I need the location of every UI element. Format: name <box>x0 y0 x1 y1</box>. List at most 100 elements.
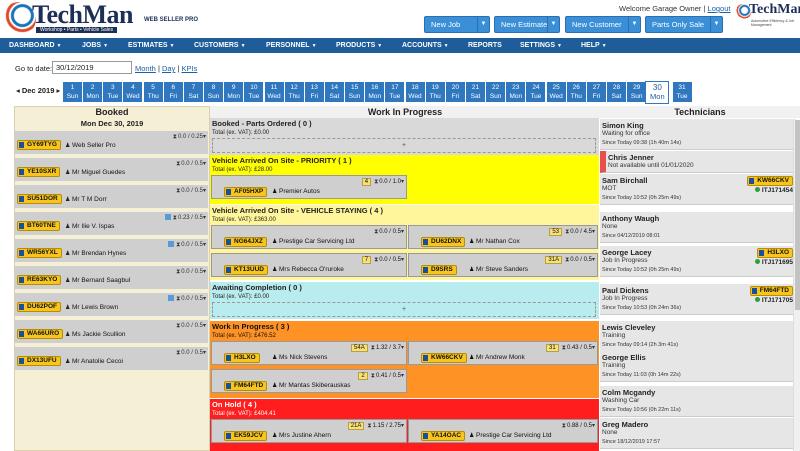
chevron-down-icon[interactable]: ▾ <box>592 345 595 351</box>
chevron-down-icon[interactable]: ▾ <box>203 242 206 248</box>
plate-badge[interactable]: DU62DNX <box>421 237 466 247</box>
section-title[interactable]: Vehicle Arrived On Site - PRIORITY ( 1 ) <box>210 155 599 166</box>
booked-job-row[interactable]: GY69TYG ♟ Web Seller Pro ⧗0.0 / 0.25▾ <box>15 131 208 155</box>
new-customer-button[interactable]: New Customer ▼ <box>565 16 641 33</box>
day-10[interactable]: 10 Tue <box>244 82 264 102</box>
plate-badge[interactable]: WR56YXL <box>17 248 62 258</box>
kpis-link[interactable]: KPIs <box>181 64 197 73</box>
day-14[interactable]: 14 Sat <box>324 82 344 102</box>
day-3[interactable]: 3 Tue <box>103 82 123 102</box>
nav-customers[interactable]: CUSTOMERS ▼ <box>194 38 246 53</box>
nav-dashboard[interactable]: DASHBOARD ▼ <box>9 38 61 53</box>
nav-estimates[interactable]: ESTIMATES ▼ <box>128 38 175 53</box>
day-7[interactable]: 7 Sat <box>183 82 203 102</box>
technician-row[interactable]: Colm Mcgandy Washing Car Since Today 10:56… <box>600 386 796 417</box>
plate-badge[interactable]: BT60TNE <box>17 221 60 231</box>
chevron-down-icon[interactable]: ▼ <box>547 17 559 32</box>
wip-job-card[interactable]: KT13UUD ♟ Mrs Rebecca O'ruroke 7 ⧗0.0 / 0.5▾ <box>211 253 407 277</box>
plate-badge[interactable]: YE10SXR <box>17 167 61 177</box>
day-17[interactable]: 17 Tue <box>385 82 405 102</box>
chevron-down-icon[interactable]: ▾ <box>401 179 404 185</box>
day-16[interactable]: 16 Mon <box>365 82 385 102</box>
day-1[interactable]: 1 Sun <box>63 82 82 102</box>
technician-row[interactable]: Anthony Waugh None Since 04/12/2019 08:01 <box>600 212 796 243</box>
chevron-down-icon[interactable]: ▾ <box>203 161 206 167</box>
chevron-down-icon[interactable]: ▾ <box>203 296 206 302</box>
new-job-button[interactable]: New Job ▼ <box>424 16 490 33</box>
technician-row[interactable]: Greg Madero None Since 18/12/2019 17:57 <box>600 418 796 449</box>
day-9[interactable]: 9 Mon <box>224 82 244 102</box>
wip-job-card[interactable]: H3LXO ♟ Ms Nick Stevens 54A ⧗1.32 / 3.7▾ <box>211 341 407 365</box>
section-title[interactable]: On Hold ( 4 ) <box>210 399 599 410</box>
add-job-dropzone[interactable]: + <box>212 302 596 317</box>
plate-badge[interactable]: KW66CKV <box>747 176 793 186</box>
nav-personnel[interactable]: PERSONNEL ▼ <box>266 38 317 53</box>
nav-products[interactable]: PRODUCTS ▼ <box>336 38 382 53</box>
day-31[interactable]: 31 Tue <box>672 82 692 102</box>
plate-badge[interactable]: DX13UFU <box>17 356 61 366</box>
booked-job-row[interactable]: DX13UFU ♟ Mr Anatolie Cecoi ⧗0.0 / 0.5▾ <box>15 347 208 371</box>
booked-job-row[interactable]: RE63KYO ♟ Mr Bernard Saagbul ⧗0.0 / 0.5▾ <box>15 266 208 290</box>
chevron-down-icon[interactable]: ▾ <box>401 229 404 235</box>
chevron-down-icon[interactable]: ▾ <box>592 423 595 429</box>
booked-job-row[interactable]: WA66URO ♟ Ms Jackie Scullion ⧗0.0 / 0.5▾ <box>15 320 208 344</box>
month-selector[interactable]: ◂ Dec 2019 ▸ <box>16 86 60 95</box>
chevron-down-icon[interactable]: ▾ <box>203 215 206 221</box>
wip-job-card[interactable]: AF05HXP ♟ Premier Autos 4 ⧗0.0 / 1.0▾ <box>211 175 407 199</box>
plate-badge[interactable]: WA66URO <box>17 329 64 339</box>
section-title[interactable]: Booked - Parts Ordered ( 0 ) <box>210 118 599 129</box>
plate-badge[interactable]: D9SRS <box>421 265 457 275</box>
day-24[interactable]: 24 Tue <box>526 82 546 102</box>
day-view-link[interactable]: Day <box>162 64 175 73</box>
day-15[interactable]: 15 Sun <box>345 82 365 102</box>
day-8[interactable]: 8 Sun <box>204 82 224 102</box>
day-21[interactable]: 21 Sat <box>466 82 485 102</box>
goto-date-input[interactable]: 30/12/2019 <box>52 61 132 74</box>
day-11[interactable]: 11 Wed <box>264 82 284 102</box>
scrollbar-thumb[interactable] <box>795 120 800 310</box>
day-4[interactable]: 4 Wed <box>123 82 143 102</box>
day-6[interactable]: 6 Fri <box>163 82 183 102</box>
day-20[interactable]: 20 Fri <box>445 82 465 102</box>
plate-badge[interactable]: H3LXO <box>757 248 793 258</box>
plate-badge[interactable]: AF05HXP <box>224 187 268 197</box>
nav-reports[interactable]: REPORTS <box>468 38 502 53</box>
chevron-down-icon[interactable]: ▼ <box>628 17 640 32</box>
chevron-down-icon[interactable]: ▾ <box>203 350 206 356</box>
nav-settings[interactable]: SETTINGS ▼ <box>520 38 562 53</box>
wip-job-card[interactable]: YA14OAC ♟ Prestige Car Servicing Ltd ⧗0.88 … <box>408 419 598 443</box>
nav-accounts[interactable]: ACCOUNTS ▼ <box>402 38 449 53</box>
plate-badge[interactable]: FM64FTD <box>749 286 793 296</box>
chevron-down-icon[interactable]: ▾ <box>401 257 404 263</box>
technician-row[interactable]: Paul Dickens Job In Progress Since Today 1… <box>600 284 796 315</box>
day-26[interactable]: 26 Thu <box>566 82 586 102</box>
chevron-down-icon[interactable]: ▾ <box>401 345 404 351</box>
day-5[interactable]: 5 Thu <box>143 82 163 102</box>
wip-job-card[interactable]: KW66CKV ♟ Mr Andrew Monk 31 ⧗0.43 / 0.5▾ <box>408 341 598 365</box>
day-27[interactable]: 27 Fri <box>586 82 606 102</box>
day-19[interactable]: 19 Thu <box>425 82 445 102</box>
plate-badge[interactable]: KT13UUD <box>224 265 268 275</box>
plate-badge[interactable]: YA14OAC <box>421 431 466 441</box>
job-link[interactable]: ITJ171454 <box>754 187 793 194</box>
plate-badge[interactable]: H3LXO <box>224 353 260 363</box>
job-link[interactable]: ITJ171705 <box>754 297 793 304</box>
parts-only-sale-button[interactable]: Parts Only Sale ▼ <box>645 16 723 33</box>
booked-job-row[interactable]: WR56YXL ♟ Mr Brendan Hynes ⧗0.0 / 0.5▾ <box>15 239 208 263</box>
chevron-down-icon[interactable]: ▾ <box>401 423 404 429</box>
vertical-scrollbar[interactable] <box>793 120 800 451</box>
chevron-down-icon[interactable]: ▾ <box>592 229 595 235</box>
booked-job-row[interactable]: DU62POF ♟ Mr Lewis Brown ⧗0.0 / 0.5▾ <box>15 293 208 317</box>
technician-row[interactable]: Lewis Cleveley Training Since Today 09:14 … <box>600 321 796 352</box>
chevron-down-icon[interactable]: ▾ <box>203 134 206 140</box>
nav-help[interactable]: HELP ▼ <box>581 38 607 53</box>
wip-job-card[interactable]: D9SRS ♟ Mr Steve Sanders 31A ⧗0.0 / 0.5▾ <box>408 253 598 277</box>
day-13[interactable]: 13 Fri <box>304 82 324 102</box>
wip-job-card[interactable]: DU62DNX ♟ Mr Nathan Cox 53 ⧗0.0 / 4.5▾ <box>408 225 598 249</box>
technician-row[interactable]: George Ellis Training Since Today 11:03 (0… <box>600 351 796 382</box>
day-12[interactable]: 12 Thu <box>284 82 304 102</box>
chevron-down-icon[interactable]: ▾ <box>401 373 404 379</box>
new-estimate-button[interactable]: New Estimate ▼ <box>494 16 560 33</box>
wip-job-card[interactable]: NG64JXZ ♟ Prestige Car Servicing Ltd ⧗0.0 /… <box>211 225 407 249</box>
booked-job-row[interactable]: BT60TNE ♟ Mr Ilie V. Ispas ⧗0.23 / 0.5▾ <box>15 212 208 236</box>
